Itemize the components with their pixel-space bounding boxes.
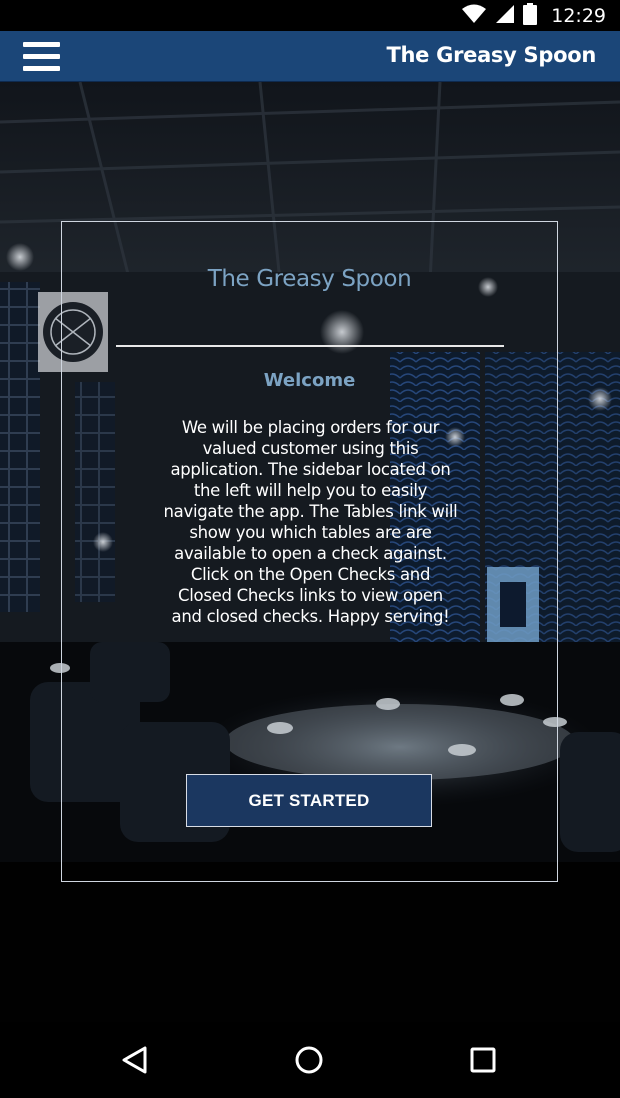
welcome-text: We will be placing orders for our valued… xyxy=(163,418,458,626)
home-icon[interactable] xyxy=(287,1038,331,1082)
signal-icon xyxy=(495,4,515,29)
app-title: The Greasy Spoon xyxy=(386,43,597,67)
welcome-heading: Welcome xyxy=(263,370,356,391)
status-bar: 12:29 xyxy=(0,0,620,31)
system-nav-bar xyxy=(0,1022,620,1098)
get-started-button[interactable]: GET STARTED xyxy=(186,774,432,827)
status-icons: 12:29 xyxy=(461,2,606,30)
divider xyxy=(116,345,504,347)
status-time: 12:29 xyxy=(551,5,606,27)
welcome-card: The Greasy Spoon Welcome We will be plac… xyxy=(61,221,558,882)
back-icon[interactable] xyxy=(113,1038,157,1082)
recents-icon[interactable] xyxy=(461,1038,505,1082)
card-title: The Greasy Spoon xyxy=(207,266,412,292)
wifi-icon xyxy=(461,4,487,29)
hamburger-menu-icon[interactable] xyxy=(20,40,64,74)
app-bar: The Greasy Spoon xyxy=(0,31,620,82)
battery-icon xyxy=(523,2,538,30)
